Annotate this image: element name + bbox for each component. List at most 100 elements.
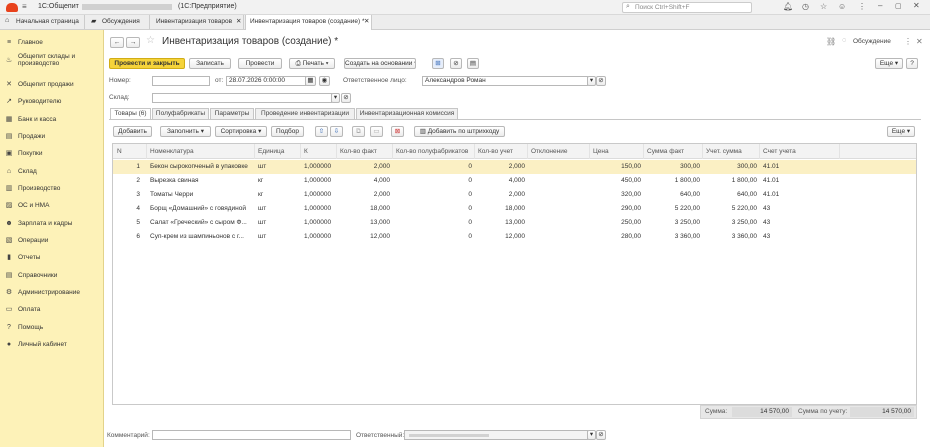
sidebar-item[interactable]: ▤ Продажи — [0, 129, 104, 143]
report-icon[interactable]: ▤ — [467, 58, 479, 69]
add-by-barcode-button[interactable]: ▥ Добавить по штрихкоду — [414, 126, 505, 137]
table-cell-sum-fact[interactable]: 640,00 — [644, 188, 703, 202]
link-icon[interactable]: ⛓︎ — [826, 37, 836, 46]
column-header[interactable]: Единица — [255, 144, 301, 159]
table-cell-qty-semi[interactable]: 0 — [393, 160, 475, 174]
table-cell-price[interactable]: 450,00 — [590, 174, 644, 188]
table-cell-account[interactable]: 41.01 — [760, 188, 840, 202]
structure-icon[interactable]: ⊞ — [432, 58, 444, 69]
paste-icon[interactable]: ▭ — [370, 126, 383, 137]
add-row-button[interactable]: Добавить — [113, 126, 152, 137]
favorite-star-icon[interactable]: ☆ — [146, 35, 155, 46]
tab-inventory-commission[interactable]: Инвентаризационная комиссия — [356, 108, 458, 119]
table-cell-n[interactable]: 2 — [113, 174, 143, 188]
user-icon[interactable]: ☺ — [838, 2, 846, 11]
table-cell-n[interactable]: 4 — [113, 202, 143, 216]
table-cell-name[interactable]: Томаты Черри — [147, 188, 255, 202]
table-cell-qty-acc[interactable]: 18,000 — [475, 202, 528, 216]
table-cell-sum-fact[interactable]: 300,00 — [644, 160, 703, 174]
tab-home[interactable]: ⌂ Начальная страница — [0, 15, 85, 29]
table-cell-qty-semi[interactable]: 0 — [393, 202, 475, 216]
search-box[interactable]: ⌕ Поиск Ctrl+Shift+F — [622, 2, 752, 13]
table-cell-account[interactable]: 43 — [760, 230, 840, 244]
table-cell-qty-semi[interactable]: 0 — [393, 188, 475, 202]
table-cell-account[interactable]: 43 — [760, 216, 840, 230]
sidebar-item[interactable]: ▥ Производство — [0, 181, 104, 195]
select-button[interactable]: Подбор — [271, 126, 304, 137]
table-cell-n[interactable]: 3 — [113, 188, 143, 202]
table-cell-account[interactable]: 41.01 — [760, 174, 840, 188]
tab-parameters[interactable]: Параметры — [210, 108, 254, 119]
calendar-icon[interactable]: ▦ — [305, 76, 316, 86]
tab-discussions[interactable]: ▰ Обсуждения — [86, 15, 150, 29]
sidebar-item[interactable]: ▮ Отчеты — [0, 250, 104, 264]
table-cell-price[interactable]: 150,00 — [590, 160, 644, 174]
table-cell-unit[interactable]: шт — [255, 202, 301, 216]
table-cell-qty-fact[interactable]: 4,000 — [337, 174, 393, 188]
table-cell-sum-acc[interactable]: 3 250,00 — [703, 216, 760, 230]
sidebar-item[interactable]: ↗ Руководителю — [0, 94, 104, 108]
create-based-on-button[interactable]: Создать на основании ▾ — [344, 58, 416, 69]
form-close-icon[interactable]: ✕ — [916, 37, 923, 46]
column-header[interactable]: Счет учета — [760, 144, 840, 159]
table-row[interactable]: 1 Бекон сырокопченый в упаковке шт 1,000000… — [113, 160, 916, 174]
table-cell-dev[interactable] — [528, 230, 590, 244]
table-cell-dev[interactable] — [528, 174, 590, 188]
table-cell-sum-acc[interactable]: 5 220,00 — [703, 202, 760, 216]
table-cell-dev[interactable] — [528, 188, 590, 202]
table-cell-qty-fact[interactable]: 12,000 — [337, 230, 393, 244]
move-up-icon[interactable]: ⇧ — [315, 126, 328, 137]
table-cell-name[interactable]: Салат «Греческий» с сыром Ф... — [147, 216, 255, 230]
table-cell-sum-acc[interactable]: 1 800,00 — [703, 174, 760, 188]
sidebar-item[interactable]: ✕ Общепит продажи — [0, 77, 104, 91]
table-cell-account[interactable]: 41.01 — [760, 160, 840, 174]
forward-button[interactable]: → — [126, 37, 140, 48]
table-more-button[interactable]: Еще ▾ — [887, 126, 915, 137]
tab-inventory-conduct[interactable]: Проведение инвентаризации — [255, 108, 355, 119]
table-cell-name[interactable]: Суп-крем из шампиньонов с г... — [147, 230, 255, 244]
table-cell-dev[interactable] — [528, 202, 590, 216]
form-more-icon[interactable]: ⋮ — [904, 37, 912, 46]
fill-button[interactable]: Заполнить ▾ — [160, 126, 211, 137]
table-cell-k[interactable]: 1,000000 — [301, 230, 337, 244]
table-cell-price[interactable]: 250,00 — [590, 216, 644, 230]
comment-field[interactable] — [152, 430, 351, 440]
sidebar-item[interactable]: ▭ Оплата — [0, 302, 104, 316]
table-cell-name[interactable]: Вырезка свиная — [147, 174, 255, 188]
table-cell-price[interactable]: 320,00 — [590, 188, 644, 202]
discussion-icon[interactable]: ◌ — [842, 37, 846, 44]
notifications-icon[interactable]: 🔔︎ — [783, 2, 793, 11]
table-cell-sum-fact[interactable]: 5 220,00 — [644, 202, 703, 216]
table-cell-price[interactable]: 280,00 — [590, 230, 644, 244]
help-button[interactable]: ? — [906, 58, 918, 69]
delete-icon[interactable]: ⊠ — [391, 126, 404, 137]
date-extra-icon[interactable]: ◉ — [319, 76, 330, 86]
maximize-icon[interactable]: ▢ — [895, 2, 902, 10]
table-cell-unit[interactable]: шт — [255, 216, 301, 230]
table-row[interactable]: 2 Вырезка свиная кг 1,000000 4,000 0 4,000 450,… — [113, 174, 916, 188]
table-cell-n[interactable]: 5 — [113, 216, 143, 230]
table-cell-qty-semi[interactable]: 0 — [393, 216, 475, 230]
menu-icon[interactable]: ≡ — [22, 2, 27, 11]
sidebar-item[interactable]: ▦ Банк и касса — [0, 112, 104, 126]
footer-responsible-open-icon[interactable]: ⊘ — [596, 430, 606, 440]
tab-inventory-list[interactable]: Инвентаризация товаров ✕ — [151, 15, 244, 29]
table-row[interactable]: 3 Томаты Черри кг 1,000000 2,000 0 2,000 320,00… — [113, 188, 916, 202]
post-button[interactable]: Провести — [238, 58, 282, 69]
sidebar-item[interactable]: ● Личный кабинет — [0, 337, 104, 351]
sidebar-item[interactable]: ⌂ Склад — [0, 164, 104, 178]
table-cell-qty-acc[interactable]: 13,000 — [475, 216, 528, 230]
table-cell-qty-acc[interactable]: 2,000 — [475, 188, 528, 202]
column-header[interactable]: N — [113, 144, 147, 159]
sidebar-item[interactable]: ≡ Главное — [0, 35, 104, 49]
responsible-field[interactable]: Александров Роман — [422, 76, 588, 86]
table-cell-qty-fact[interactable]: 2,000 — [337, 188, 393, 202]
column-header[interactable]: Учет. сумма — [703, 144, 760, 159]
more-button[interactable]: Еще ▾ — [875, 58, 903, 69]
sidebar-item[interactable]: ▣ Покупки — [0, 146, 104, 160]
column-header[interactable]: К — [301, 144, 337, 159]
write-button[interactable]: Записать — [189, 58, 231, 69]
sidebar-item[interactable]: ▧ Операции — [0, 233, 104, 247]
table-cell-k[interactable]: 1,000000 — [301, 160, 337, 174]
sort-button[interactable]: Сортировка ▾ — [215, 126, 267, 137]
